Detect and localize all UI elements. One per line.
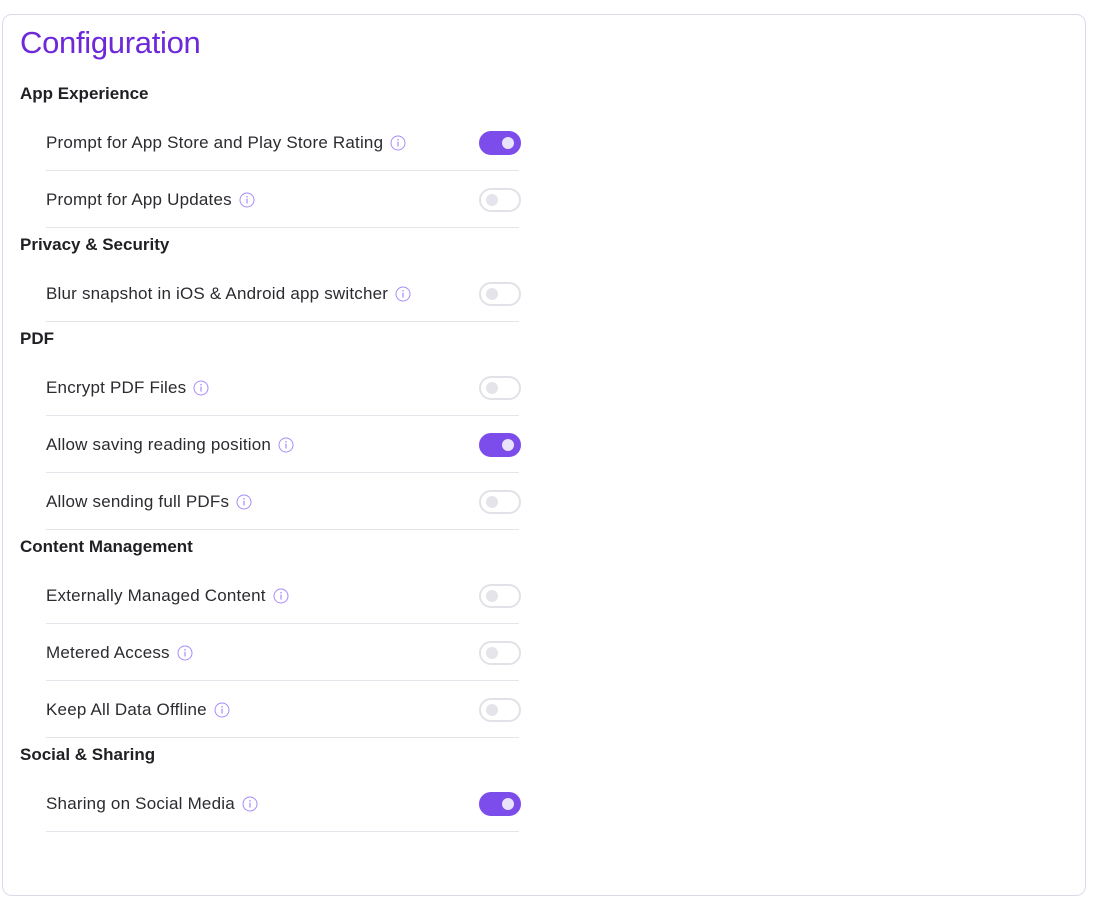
configuration-card: Configuration App Experience Prompt for A…: [2, 14, 1086, 896]
toggle-knob: [486, 382, 498, 394]
setting-row: Allow saving reading position: [46, 416, 521, 473]
toggle-knob: [486, 496, 498, 508]
setting-label-group: Prompt for App Store and Play Store Rati…: [46, 114, 407, 171]
info-icon[interactable]: [176, 644, 194, 662]
setting-label-group: Sharing on Social Media: [46, 775, 259, 832]
info-icon[interactable]: [238, 191, 256, 209]
setting-label-group: Externally Managed Content: [46, 567, 290, 624]
toggle-knob: [486, 647, 498, 659]
setting-row: Blur snapshot in iOS & Android app switc…: [46, 265, 521, 322]
info-icon[interactable]: [394, 285, 412, 303]
toggle-switch[interactable]: [479, 490, 521, 514]
setting-row: Metered Access: [46, 624, 521, 681]
setting-label-group: Allow saving reading position: [46, 416, 295, 473]
setting-label-group: Blur snapshot in iOS & Android app switc…: [46, 265, 412, 322]
toggle-switch[interactable]: [479, 698, 521, 722]
toggle-switch[interactable]: [479, 376, 521, 400]
section-heading: Content Management: [20, 537, 193, 556]
setting-label: Blur snapshot in iOS & Android app switc…: [46, 283, 389, 303]
setting-label: Prompt for App Updates: [46, 189, 232, 209]
setting-label: Keep All Data Offline: [46, 699, 207, 719]
toggle-switch[interactable]: [479, 282, 521, 306]
setting-label-group: Allow sending full PDFs: [46, 473, 253, 530]
setting-label-group: Prompt for App Updates: [46, 171, 256, 228]
toggle-knob: [486, 704, 498, 716]
info-icon[interactable]: [235, 493, 253, 511]
toggle-knob: [486, 194, 498, 206]
toggle-switch[interactable]: [479, 188, 521, 212]
setting-label-group: Encrypt PDF Files: [46, 359, 210, 416]
info-icon[interactable]: [272, 587, 290, 605]
toggle-knob: [486, 590, 498, 602]
setting-row: Keep All Data Offline: [46, 681, 521, 738]
info-icon[interactable]: [192, 379, 210, 397]
section-heading: Privacy & Security: [20, 235, 170, 254]
setting-label: Encrypt PDF Files: [46, 377, 187, 397]
setting-row: Encrypt PDF Files: [46, 359, 521, 416]
section-heading: App Experience: [20, 84, 149, 103]
page-title: Configuration: [20, 25, 201, 60]
setting-label: Externally Managed Content: [46, 585, 266, 605]
info-icon[interactable]: [389, 134, 407, 152]
setting-row: Allow sending full PDFs: [46, 473, 521, 530]
section-heading: PDF: [20, 329, 54, 348]
setting-row: Sharing on Social Media: [46, 775, 521, 832]
setting-label: Metered Access: [46, 642, 170, 662]
info-icon[interactable]: [213, 701, 231, 719]
toggle-switch[interactable]: [479, 641, 521, 665]
setting-label: Sharing on Social Media: [46, 793, 235, 813]
setting-label: Prompt for App Store and Play Store Rati…: [46, 132, 384, 152]
toggle-knob: [502, 137, 514, 149]
setting-row: Externally Managed Content: [46, 567, 521, 624]
toggle-switch[interactable]: [479, 792, 521, 816]
setting-label: Allow saving reading position: [46, 434, 272, 454]
setting-row: Prompt for App Store and Play Store Rati…: [46, 114, 521, 171]
toggle-switch[interactable]: [479, 433, 521, 457]
setting-label: Allow sending full PDFs: [46, 491, 230, 511]
toggle-knob: [502, 798, 514, 810]
info-icon[interactable]: [241, 795, 259, 813]
toggle-switch[interactable]: [479, 131, 521, 155]
setting-label-group: Metered Access: [46, 624, 194, 681]
toggle-knob: [502, 439, 514, 451]
section-heading: Social & Sharing: [20, 745, 156, 764]
setting-row: Prompt for App Updates: [46, 171, 521, 228]
toggle-knob: [486, 288, 498, 300]
setting-label-group: Keep All Data Offline: [46, 681, 231, 738]
toggle-switch[interactable]: [479, 584, 521, 608]
info-icon[interactable]: [277, 436, 295, 454]
